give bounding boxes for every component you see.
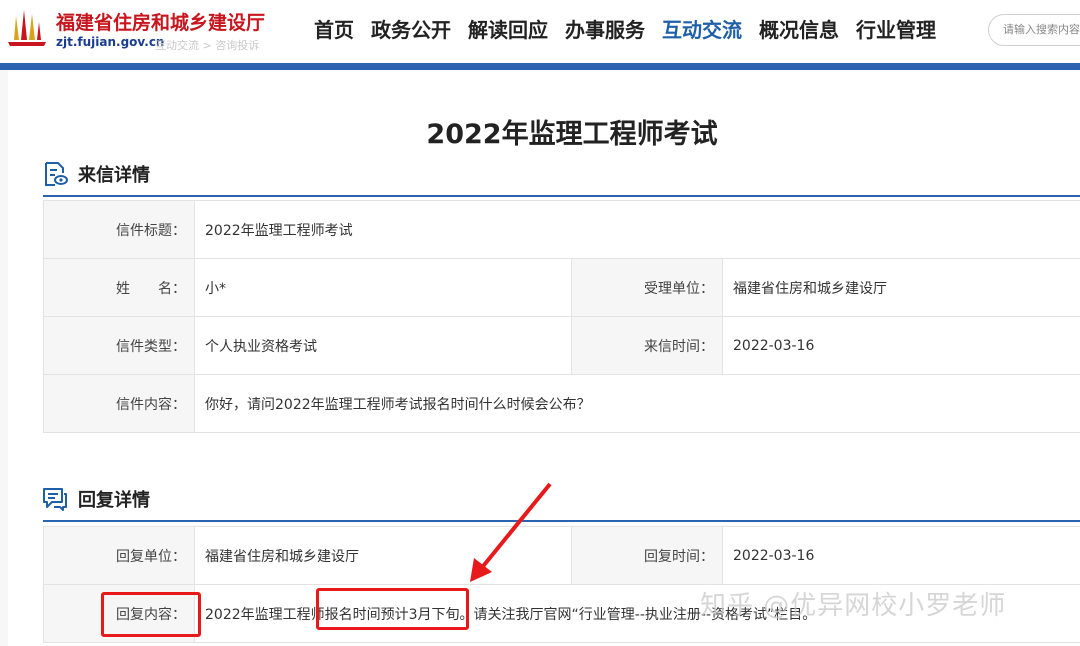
- nav-gov-affairs[interactable]: 政务公开: [371, 14, 451, 46]
- table-row: 姓 名： 小* 受理单位： 福建省住房和城乡建设厅: [43, 258, 1080, 317]
- annotation-arrow-icon: [470, 482, 552, 582]
- letter-time-value: 2022-03-16: [721, 316, 1080, 375]
- search-input[interactable]: 请输入搜索内容: [988, 14, 1080, 46]
- reply-dept-label: 回复单位：: [43, 526, 195, 585]
- dept-label: 受理单位：: [571, 258, 723, 317]
- type-value: 个人执业资格考试: [194, 316, 572, 375]
- header-divider: [0, 63, 1080, 70]
- highlight-box-date: [316, 588, 469, 630]
- document-view-icon: [45, 162, 68, 186]
- nav-home[interactable]: 首页: [314, 14, 354, 46]
- reply-time-label: 回复时间：: [571, 526, 723, 585]
- letter-section-line: [43, 195, 1080, 197]
- content-value: 你好，请问2022年监理工程师考试报名时间什么时候会公布？: [193, 374, 1080, 433]
- table-row: 信件标题： 2022年监理工程师考试: [43, 200, 1080, 259]
- logo-domain: zjt.fujian.gov.cn: [56, 35, 165, 49]
- reply-time-value: 2022-03-16: [722, 526, 1080, 585]
- watermark: 知乎 @优异网校小罗老师: [700, 591, 1007, 621]
- page-title: 2022年监理工程师考试: [426, 119, 718, 150]
- nav-services[interactable]: 办事服务: [565, 14, 645, 46]
- chat-bubble-icon: [43, 488, 67, 511]
- nav-interaction[interactable]: 互动交流: [662, 14, 742, 46]
- table-row: 信件内容： 你好，请问2022年监理工程师考试报名时间什么时候会公布？: [43, 374, 1080, 433]
- letter-time-label: 来信时间：: [571, 316, 723, 375]
- name-value: 小*: [194, 258, 572, 317]
- type-label: 信件类型：: [43, 316, 195, 375]
- dept-value: 福建省住房和城乡建设厅: [721, 258, 1080, 317]
- nav-overview[interactable]: 概况信息: [759, 14, 839, 46]
- subject-value: 2022年监理工程师考试: [193, 200, 1080, 259]
- name-label: 姓 名：: [43, 258, 195, 317]
- reply-section-header: 回复详情: [42, 486, 150, 512]
- logo-title: 福建省住房和城乡建设厅: [56, 12, 266, 34]
- reply-section-title: 回复详情: [78, 490, 150, 511]
- letter-section-title: 来信详情: [78, 165, 150, 186]
- emblem-icon: [8, 10, 46, 46]
- site-header: 福建省住房和城乡建设厅 zjt.fujian.gov.cn 互动交流 > 咨询投…: [0, 0, 1080, 63]
- subject-label: 信件标题：: [43, 200, 195, 259]
- nav-interpretation[interactable]: 解读回应: [468, 14, 548, 46]
- main-nav: 首页 政务公开 解读回应 办事服务 互动交流 概况信息 行业管理: [314, 14, 953, 46]
- content-label: 信件内容：: [43, 374, 195, 433]
- breadcrumb[interactable]: 互动交流 > 咨询投诉: [155, 37, 259, 53]
- nav-industry[interactable]: 行业管理: [856, 14, 936, 46]
- letter-section-header: 来信详情: [42, 161, 150, 187]
- highlight-box-label: [101, 592, 201, 637]
- letter-details-table: 信件标题： 2022年监理工程师考试 姓 名： 小* 受理单位： 福建省住房和城…: [43, 200, 1080, 433]
- table-row: 信件类型： 个人执业资格考试 来信时间： 2022-03-16: [43, 316, 1080, 375]
